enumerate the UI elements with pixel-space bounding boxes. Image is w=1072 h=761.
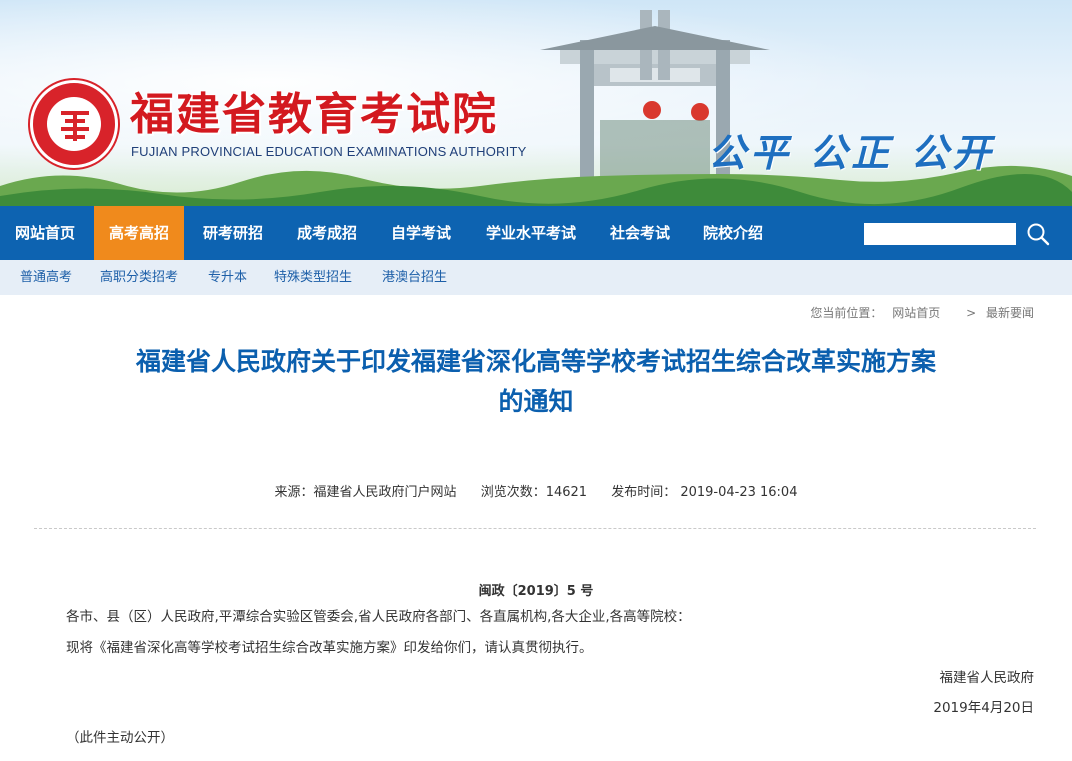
site-banner: 福建省教育考试院 FUJIAN PROVINCIAL EDUCATION EXA…: [0, 0, 1072, 206]
nav-item-colleges[interactable]: 院校介绍: [688, 206, 778, 260]
article-views: 浏览次数：14621: [480, 485, 588, 500]
article-meta: 来源：福建省人民政府门户网站 浏览次数：14621 发布时间： 2019-04-…: [0, 481, 1072, 500]
search-input[interactable]: [864, 223, 1016, 245]
article-title: 福建省人民政府关于印发福建省深化高等学校考试招生综合改革实施方案 的通知: [40, 342, 1032, 422]
nav-item-academic-level[interactable]: 学业水平考试: [470, 206, 592, 260]
document-date: 2019年4月20日: [933, 700, 1034, 716]
document-number: 闽政〔2019〕5 号: [478, 584, 594, 599]
breadcrumb: 您当前位置： 网站首页 > 最新要闻: [804, 304, 1034, 321]
nav-item-self-study[interactable]: 自学考试: [376, 206, 466, 260]
site-title: 福建省教育考试院: [130, 89, 498, 140]
search-icon: [1027, 223, 1050, 246]
nav-item-adult-exam[interactable]: 成考成招: [282, 206, 372, 260]
breadcrumb-separator: >: [966, 306, 977, 320]
sub-nav-item-upgrade[interactable]: 专升本: [208, 260, 247, 295]
site-motto: 公平 公正 公开: [708, 130, 995, 175]
sub-nav: 普通高考 高职分类招考 专升本 特殊类型招生 港澳台招生: [0, 260, 1072, 295]
sub-nav-item-regular[interactable]: 普通高考: [20, 260, 72, 295]
nav-item-home[interactable]: 网站首页: [0, 206, 90, 260]
sub-nav-item-hk-macao-tw[interactable]: 港澳台招生: [382, 260, 447, 295]
authority-logo: [30, 80, 118, 168]
document-recipients: 各市、县（区）人民政府,平潭综合实验区管委会,省人民政府各部门、各直属机构,各大…: [66, 609, 691, 625]
site-subtitle: FUJIAN PROVINCIAL EDUCATION EXAMINATIONS…: [131, 144, 527, 159]
breadcrumb-home-link[interactable]: 网站首页: [892, 306, 940, 320]
article-title-line1: 福建省人民政府关于印发福建省深化高等学校考试招生综合改革实施方案: [135, 347, 936, 376]
article-title-line2: 的通知: [498, 387, 574, 416]
document-issuer: 福建省人民政府: [939, 670, 1035, 686]
article-source: 来源：福建省人民政府门户网站: [274, 485, 457, 500]
sub-nav-item-vocational[interactable]: 高职分类招考: [100, 260, 178, 295]
breadcrumb-current-link[interactable]: 最新要闻: [986, 306, 1034, 320]
search-button[interactable]: [1024, 220, 1052, 248]
nav-item-social-exam[interactable]: 社会考试: [596, 206, 684, 260]
breadcrumb-prefix: 您当前位置：: [810, 306, 883, 320]
nav-item-postgrad[interactable]: 研考研招: [188, 206, 278, 260]
sub-nav-item-special[interactable]: 特殊类型招生: [274, 260, 352, 295]
nav-item-gaokao[interactable]: 高考高招: [94, 206, 184, 260]
meta-divider: [34, 528, 1036, 529]
document-body: 现将《福建省深化高等学校考试招生综合改革实施方案》印发给你们，请认真贯彻执行。: [66, 640, 593, 656]
document-public-note: （此件主动公开）: [66, 730, 174, 746]
article-published-time: 发布时间： 2019-04-23 16:04: [611, 485, 798, 500]
